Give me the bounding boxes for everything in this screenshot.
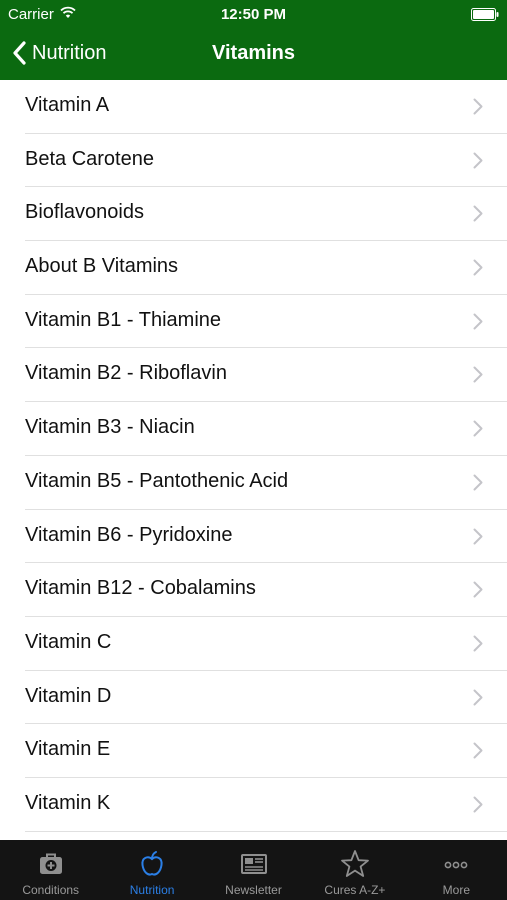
chevron-right-icon <box>473 205 483 222</box>
medical-kit-icon <box>39 853 62 874</box>
chevron-right-icon <box>473 528 483 544</box>
list-item-label: Vitamin K <box>25 791 111 814</box>
star-icon <box>341 850 369 877</box>
list-item[interactable]: Vitamin K <box>0 778 507 832</box>
list-item-label: Bioflavonoids <box>25 201 144 224</box>
chevron-right-icon <box>473 152 483 169</box>
list-item-label: Vitamin A <box>25 94 110 116</box>
apple-icon <box>141 851 163 876</box>
list-item[interactable]: Vitamin B3 - Niacin <box>0 402 507 456</box>
list-item-label: About B Vitamins <box>25 255 179 278</box>
header: Carrier 12:50 PM Nutrition Vitamins <box>0 0 507 80</box>
tab-nutrition[interactable]: Nutrition <box>101 840 202 900</box>
list-item-label: Vitamin B1 - Thiamine <box>25 308 222 331</box>
vitamin-list: Vitamin A Beta Carotene Bioflavonoids About… <box>0 80 507 840</box>
tab-label: Newsletter <box>225 883 282 897</box>
chevron-right-icon <box>473 420 483 437</box>
list-item-label: Beta Carotene <box>25 147 154 170</box>
page-title: Vitamins <box>212 42 295 64</box>
more-dots-icon <box>444 861 468 869</box>
list-item[interactable]: Vitamin B2 - Riboflavin <box>0 348 507 402</box>
list-item[interactable]: Bioflavonoids <box>0 187 507 241</box>
chevron-right-icon <box>473 366 483 383</box>
tab-more[interactable]: More <box>406 840 507 900</box>
list-item-label: Vitamin C <box>25 630 112 653</box>
tab-label: Conditions <box>22 883 80 897</box>
list-item[interactable]: Vitamin B1 - Thiamine <box>0 295 507 349</box>
tab-conditions[interactable]: Conditions <box>0 840 101 900</box>
chevron-right-icon <box>473 635 483 652</box>
list-item[interactable]: Beta Carotene <box>0 134 507 188</box>
list-item-label: Vitamin B2 - Riboflavin <box>25 362 227 385</box>
chevron-right-icon <box>473 98 483 115</box>
list-item[interactable]: Vitamin C <box>0 617 507 671</box>
battery-icon <box>471 8 499 21</box>
list-item-label: Vitamin D <box>25 684 112 707</box>
newspaper-icon <box>240 854 267 874</box>
tab-cures-a-z[interactable]: Cures A-Z+ <box>304 840 405 900</box>
status-bar: Carrier 12:50 PM <box>0 0 507 28</box>
list-item[interactable]: About B Vitamins <box>0 241 507 295</box>
tab-label: More <box>442 883 470 897</box>
chevron-right-icon <box>473 796 483 813</box>
tab-newsletter[interactable]: Newsletter <box>203 840 304 900</box>
navigation-bar: Nutrition Vitamins <box>0 28 507 80</box>
list-item-label: Vitamin E <box>25 738 111 761</box>
chevron-right-icon <box>473 313 483 330</box>
chevron-right-icon <box>473 689 483 706</box>
list-item-label: Vitamin B12 - Cobalamins <box>25 577 256 600</box>
list-item[interactable]: Vitamin B5 - Pantothenic Acid <box>0 456 507 510</box>
list-item-label: Vitamin B5 - Pantothenic Acid <box>25 469 289 492</box>
tab-bar: Conditions Nutrition Newsletter Cures A-Z+ M… <box>0 840 507 900</box>
list-item[interactable]: Vitamin B6 - Pyridoxine <box>0 510 507 564</box>
list-item[interactable]: Vitamin B12 - Cobalamins <box>0 563 507 617</box>
list-item[interactable]: Vitamin A <box>0 80 507 134</box>
chevron-right-icon <box>473 581 483 598</box>
list-item-label: Vitamin B3 - Niacin <box>25 416 195 439</box>
tab-label: Nutrition <box>129 883 175 897</box>
list-item[interactable]: Vitamin E <box>0 724 507 778</box>
status-time: 12:50 PM <box>220 6 287 23</box>
chevron-right-icon <box>473 259 483 276</box>
chevron-right-icon <box>473 474 483 491</box>
chevron-right-icon <box>473 742 483 759</box>
tab-label: Cures A-Z+ <box>324 883 386 897</box>
list-item[interactable]: Vitamin D <box>0 671 507 725</box>
list-item-label: Vitamin B6 - Pyridoxine <box>25 523 233 546</box>
